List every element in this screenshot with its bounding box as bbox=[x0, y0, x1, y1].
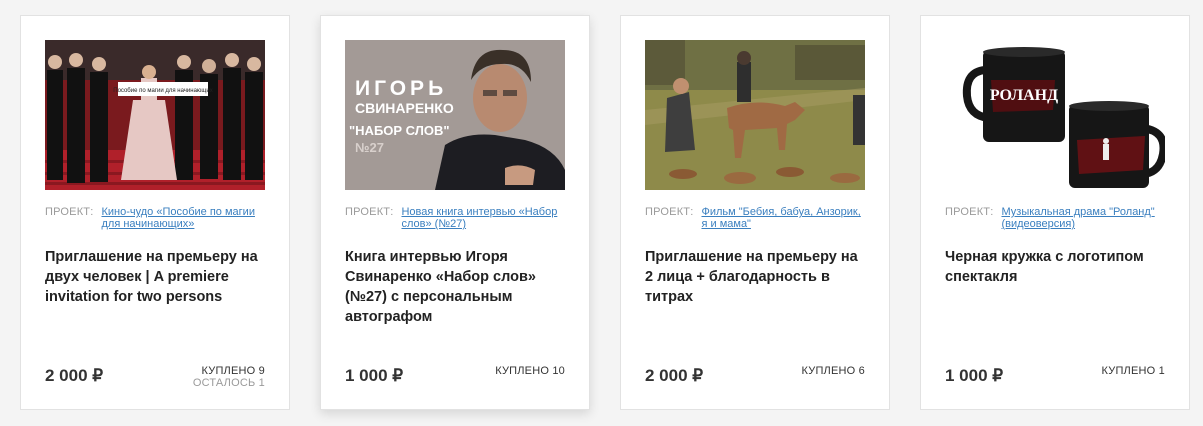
project-line: ПРОЕКТ: Музыкальная драма "Роланд" (виде… bbox=[945, 206, 1169, 230]
reward-card[interactable]: ПРОЕКТ: Фильм "Бебия, бабуа, Анзорик, я … bbox=[620, 15, 890, 410]
reward-image-mug[interactable]: РОЛАНД bbox=[945, 40, 1165, 190]
cover-book-title: "НАБОР СЛОВ" bbox=[349, 123, 450, 138]
reward-title[interactable]: Книга интервью Игоря Свинаренко «Набор с… bbox=[345, 247, 567, 327]
reward-card[interactable]: ИГОРЬ СВИНАРЕНКО "НАБОР СЛОВ" №27 ПРОЕКТ… bbox=[320, 15, 590, 410]
cover-book-number: №27 bbox=[355, 140, 384, 155]
reward-price: 2 000 ₽ bbox=[45, 366, 104, 385]
project-line: ПРОЕКТ: Кино-чудо «Пособие по магии для … bbox=[45, 206, 269, 230]
project-label: ПРОЕКТ: bbox=[945, 206, 994, 218]
reward-title[interactable]: Приглашение на премьеру на 2 лица + благ… bbox=[645, 247, 867, 307]
reward-stats: КУПЛЕНО 6 bbox=[802, 365, 865, 377]
reward-stats: КУПЛЕНО 10 bbox=[495, 365, 565, 377]
film-painting-image bbox=[645, 40, 865, 190]
project-link[interactable]: Кино-чудо «Пособие по магии для начинающ… bbox=[101, 206, 269, 230]
project-line: ПРОЕКТ: Новая книга интервью «Набор слов… bbox=[345, 206, 569, 230]
project-line: ПРОЕКТ: Фильм "Бебия, бабуа, Анзорик, я … bbox=[645, 206, 869, 230]
mug-photo: РОЛАНД bbox=[945, 40, 1165, 190]
bought-count: КУПЛЕНО 1 bbox=[1101, 365, 1165, 377]
reward-price: 2 000 ₽ bbox=[645, 366, 704, 385]
book-cover-image: ИГОРЬ СВИНАРЕНКО "НАБОР СЛОВ" №27 bbox=[345, 40, 565, 190]
reward-stats: КУПЛЕНО 1 bbox=[1102, 365, 1165, 377]
bought-count: КУПЛЕНО 6 bbox=[801, 365, 865, 377]
reward-price: 1 000 ₽ bbox=[945, 366, 1004, 385]
reward-title[interactable]: Приглашение на премьеру на двух человек … bbox=[45, 247, 267, 307]
project-label: ПРОЕКТ: bbox=[45, 206, 94, 218]
reward-title[interactable]: Черная кружка с логотипом спектакля bbox=[945, 247, 1167, 287]
reward-price: 1 000 ₽ bbox=[345, 366, 404, 385]
cover-author-last: СВИНАРЕНКО bbox=[355, 100, 454, 116]
photo-sign-text: Пособие по магии для начинающих bbox=[113, 88, 212, 94]
cover-author-first: ИГОРЬ bbox=[355, 77, 447, 100]
reward-card[interactable]: РОЛАНД ПРОЕКТ: Музыкальная драма "Роланд… bbox=[920, 15, 1190, 410]
bought-count: КУПЛЕНО 9 bbox=[201, 365, 265, 377]
reward-image-premiere[interactable]: Пособие по магии для начинающих bbox=[45, 40, 265, 190]
premiere-photo: Пособие по магии для начинающих bbox=[45, 40, 265, 190]
remaining-count: ОСТАЛОСЬ 1 bbox=[192, 377, 265, 389]
reward-image-film[interactable] bbox=[645, 40, 865, 190]
reward-image-book[interactable]: ИГОРЬ СВИНАРЕНКО "НАБОР СЛОВ" №27 bbox=[345, 40, 565, 190]
project-link[interactable]: Новая книга интервью «Набор слов» (№27) bbox=[401, 206, 569, 230]
project-link[interactable]: Фильм "Бебия, бабуа, Анзорик, я и мама" bbox=[701, 206, 869, 230]
reward-stats: КУПЛЕНО 9 ОСТАЛОСЬ 1 bbox=[193, 365, 265, 389]
project-label: ПРОЕКТ: bbox=[645, 206, 694, 218]
project-link[interactable]: Музыкальная драма "Роланд" (видеоверсия) bbox=[1001, 206, 1169, 230]
reward-card[interactable]: Пособие по магии для начинающих ПРОЕКТ: … bbox=[20, 15, 290, 410]
project-label: ПРОЕКТ: bbox=[345, 206, 394, 218]
bought-count: КУПЛЕНО 10 bbox=[495, 365, 565, 377]
mug-logo-text: РОЛАНД bbox=[990, 87, 1058, 104]
